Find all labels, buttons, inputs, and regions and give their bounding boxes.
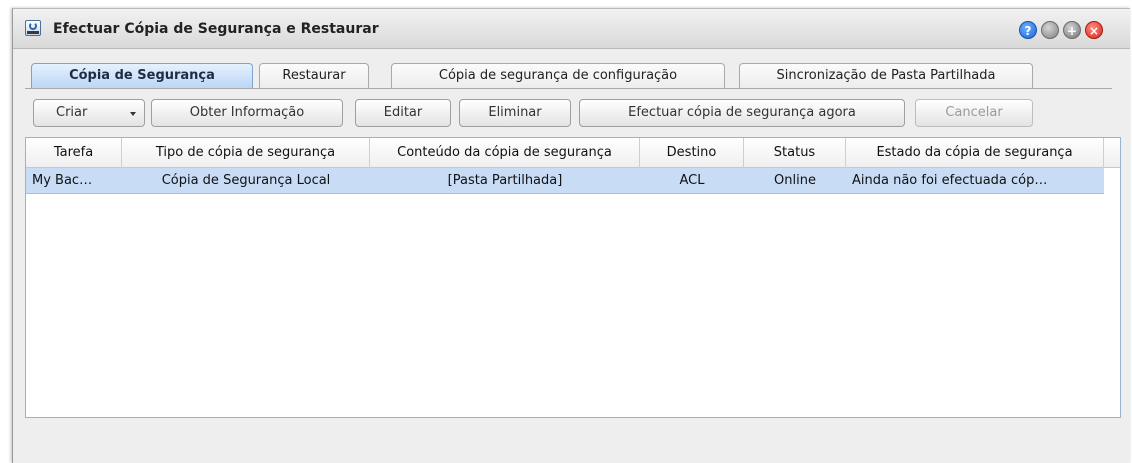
minimize-icon[interactable] [1041,21,1059,39]
create-button-label: Criar [56,105,88,120]
help-icon[interactable]: ? [1019,21,1037,39]
tab-restore[interactable]: Restaurar [259,63,369,89]
get-info-button[interactable]: Obter Informação [151,99,343,127]
create-dropdown-button[interactable]: Criar [33,99,145,127]
table-header: Tarefa Tipo de cópia de segurança Conteú… [26,138,1120,168]
tab-bar: Cópia de Segurança Restaurar Cópia de se… [13,49,1130,95]
cell-content: [Pasta Partilhada] [447,173,563,188]
column-header-destination[interactable]: Destino [640,138,744,168]
window-title: Efectuar Cópia de Segurança e Restaurar [53,21,379,37]
backup-restore-window: Efectuar Cópia de Segurança e Restaurar … [12,8,1130,463]
column-header-type[interactable]: Tipo de cópia de segurança [122,138,370,168]
edit-button[interactable]: Editar [355,99,451,127]
column-header-state[interactable]: Estado da cópia de segurança [846,138,1104,168]
close-icon[interactable]: × [1085,21,1103,39]
cell-destination: ACL [679,173,705,188]
window-titlebar[interactable]: Efectuar Cópia de Segurança e Restaurar … [13,9,1130,49]
toolbar: Criar Obter Informação Editar Eliminar E… [13,97,1130,135]
tab-shared-folder-sync[interactable]: Sincronização de Pasta Partilhada [739,63,1033,89]
delete-button[interactable]: Eliminar [459,99,571,127]
column-header-task[interactable]: Tarefa [26,138,122,168]
cell-task: My Bac… [32,173,93,188]
table-row[interactable]: My Bac… Cópia de Segurança Local [Pasta … [26,168,1104,194]
backup-app-icon [25,20,41,36]
backup-arrow-glyph [29,22,37,30]
tab-config-backup[interactable]: Cópia de segurança de configuração [391,63,725,89]
cell-type: Cópia de Segurança Local [161,173,331,188]
cancel-button[interactable]: Cancelar [915,99,1033,127]
column-header-status[interactable]: Status [744,138,846,168]
column-header-content[interactable]: Conteúdo da cópia de segurança [370,138,640,168]
backup-now-button[interactable]: Efectuar cópia de segurança agora [579,99,905,127]
cell-state: Ainda não foi efectuada cóp… [852,173,1048,188]
tab-divider [25,88,1112,89]
cell-status: Online [774,173,816,188]
tab-backup[interactable]: Cópia de Segurança [31,63,253,89]
backup-task-table[interactable]: Tarefa Tipo de cópia de segurança Conteú… [25,137,1121,418]
maximize-icon[interactable]: + [1063,21,1081,39]
backup-base-glyph [27,31,39,34]
chevron-down-icon [130,112,136,116]
